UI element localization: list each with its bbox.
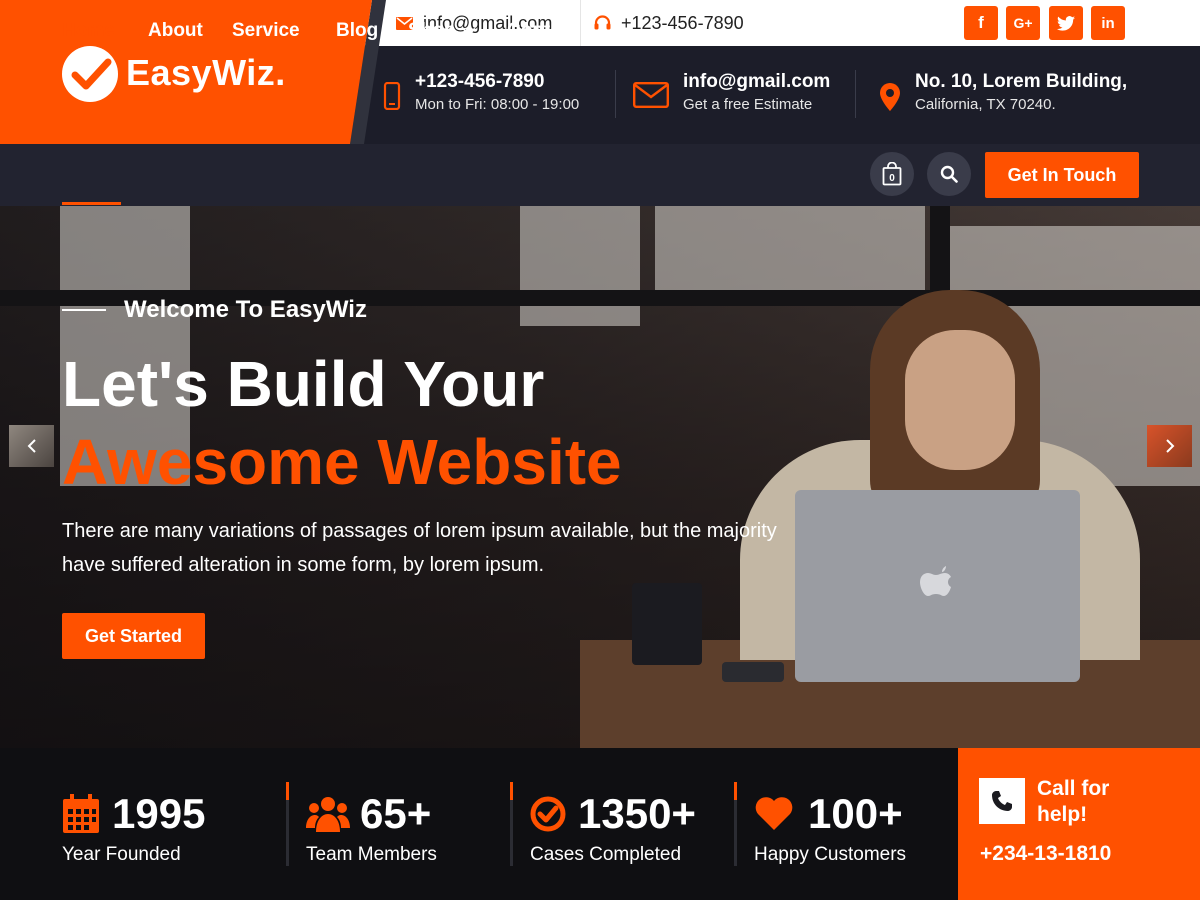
slider-next-button[interactable]: [1147, 425, 1192, 467]
stat-label: Cases Completed: [530, 844, 682, 865]
nav-blog[interactable]: Blog: [336, 19, 378, 43]
chevron-left-icon: [27, 439, 36, 453]
call-title: Call for help!: [1037, 777, 1110, 826]
hero-title-line2: Awesome Website: [62, 426, 622, 498]
info-phone: +123-456-7890 Mon to Fri: 08:00 - 19:00: [383, 70, 579, 116]
headset-icon: [594, 15, 611, 30]
nav-service[interactable]: Service: [232, 19, 300, 43]
linkedin-icon[interactable]: in: [1091, 6, 1125, 40]
nav-contact[interactable]: Contact: [507, 19, 578, 43]
top-phone-text: +123-456-7890: [621, 12, 744, 33]
calendar-icon: [63, 794, 99, 833]
info-address-title: No. 10, Lorem Building,: [915, 71, 1128, 92]
hero-person-face: [905, 330, 1015, 470]
stat-label: Year Founded: [62, 844, 181, 865]
call-number[interactable]: +234-13-1810: [980, 842, 1111, 866]
get-in-touch-button[interactable]: Get In Touch: [985, 152, 1139, 198]
stat-divider: [510, 782, 513, 866]
logo-text[interactable]: EasyWiz.: [126, 52, 286, 94]
stat-value: 1350+: [578, 790, 696, 837]
stat-divider: [734, 782, 737, 866]
hero-kicker: Welcome To EasyWiz: [62, 296, 367, 324]
logo-icon[interactable]: [62, 46, 118, 102]
facebook-icon[interactable]: f: [964, 6, 998, 40]
info-divider: [615, 70, 616, 118]
info-email-title: info@gmail.com: [683, 71, 831, 92]
envelope-icon: [633, 82, 669, 108]
stat-label: Happy Customers: [754, 844, 907, 865]
info-address: No. 10, Lorem Building, California, TX 7…: [879, 70, 1127, 116]
stat-value: 65+: [360, 790, 432, 837]
cart-button[interactable]: 0: [870, 152, 914, 196]
nav-shop[interactable]: Shop: [408, 19, 476, 43]
stat-label: Team Members: [306, 844, 437, 865]
check-circle-icon: [530, 796, 566, 832]
stat-value: 1995: [112, 790, 206, 837]
nav-about[interactable]: About: [148, 19, 203, 43]
mug-image: [632, 583, 702, 665]
search-icon: [940, 165, 958, 183]
top-phone[interactable]: +123-456-7890: [594, 12, 744, 34]
chevron-down-icon: [461, 27, 476, 35]
twitter-icon[interactable]: [1049, 6, 1083, 40]
nav-home[interactable]: Home: [62, 19, 115, 43]
laptop-image: [795, 490, 1080, 682]
hero-window: [655, 206, 925, 296]
top-divider: [580, 0, 581, 46]
info-phone-title: +123-456-7890: [415, 71, 545, 92]
shopping-bag-icon: 0: [882, 162, 902, 186]
phone-image: [722, 662, 784, 682]
info-email: info@gmail.com Get a free Estimate: [633, 70, 830, 116]
info-email-sub: Get a free Estimate: [683, 96, 813, 113]
stat-divider: [286, 782, 289, 866]
info-divider: [855, 70, 856, 118]
mobile-icon: [383, 82, 401, 110]
kicker-line: [62, 309, 106, 311]
info-phone-sub: Mon to Fri: 08:00 - 19:00: [415, 96, 580, 113]
cart-count: 0: [889, 173, 895, 184]
search-button[interactable]: [927, 152, 971, 196]
get-started-button[interactable]: Get Started: [62, 613, 205, 659]
nav-active-indicator: [62, 202, 121, 205]
chevron-right-icon: [1165, 439, 1174, 453]
info-address-sub: California, TX 70240.: [915, 96, 1056, 113]
stat-value: 100+: [808, 790, 903, 837]
phone-icon[interactable]: [979, 778, 1025, 824]
heart-icon: [755, 797, 793, 830]
map-pin-icon: [880, 83, 900, 111]
hero-paragraph: There are many variations of passages of…: [62, 520, 777, 576]
hero-window: [520, 206, 640, 326]
google-plus-icon[interactable]: G+: [1006, 6, 1040, 40]
users-icon: [306, 797, 350, 832]
hero-title-line1: Let's Build Your: [62, 348, 545, 420]
hero-kicker-text: Welcome To EasyWiz: [124, 296, 367, 323]
slider-prev-button[interactable]: [9, 425, 54, 467]
apple-logo-icon: [920, 566, 951, 596]
nav-shop-label: Shop: [408, 20, 456, 41]
